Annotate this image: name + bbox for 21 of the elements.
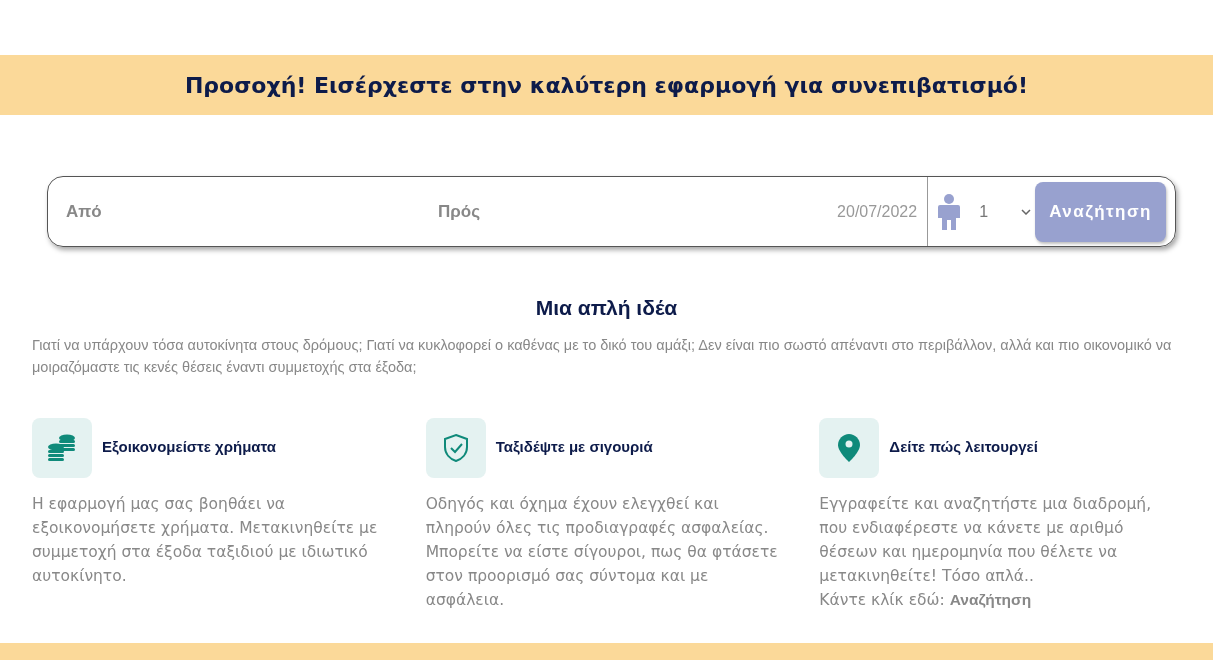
feature-title: Ταξιδέψτε με σιγουριά <box>495 437 653 458</box>
feature-description: Εγγραφείτε και αναζητήστε μια διαδρομή, που ενδιαφέρεστε να κάνετε με αριθμό θέσεων και ημερομηνία που θέλετε να μετακινηθείτε! Τόσο απλά.. <box>819 493 1153 587</box>
feature-description: Οδηγός και όχημα έχουν ελεγχθεί και πληρούν όλες τις προδιαγραφές ασφαλείας. Μπορείτε να είστε σίγουροι, πως θα φτάσετε στον προορισμό σας σύντομα και με ασφάλεια. <box>425 493 779 611</box>
chevron-down-icon <box>1021 208 1032 215</box>
passenger-select[interactable]: 1 <box>979 199 1032 224</box>
shield-check-icon <box>441 432 470 463</box>
section-title: Μια απλή ιδέα <box>534 295 679 321</box>
to-field[interactable]: Πρός <box>438 198 738 225</box>
from-field[interactable]: Από <box>66 198 438 225</box>
search-button[interactable]: Αναζήτηση <box>1035 181 1166 242</box>
location-pin-icon <box>838 433 861 462</box>
call-to-action: Κάντε κλίκ εδώ: Αναζήτηση <box>819 589 1033 611</box>
person-icon <box>937 193 962 230</box>
search-link[interactable]: Αναζήτηση <box>949 590 1032 608</box>
feature-title: Δείτε πώς λειτουργεί <box>889 437 1038 458</box>
banner-title: Προσοχή! Εισέρχεστε στην καλύτερη εφαρμογή για συνεπιβατισμό! <box>184 71 1029 100</box>
date-field[interactable]: 20/07/2022 <box>837 199 928 224</box>
feature-description: Η εφαρμογή μας σας βοηθάει να εξοικονομήσετε χρήματα. Μετακινηθείτε με συμμετοχή στα έξοδα ταξιδιού με ιδιωτικό αυτοκίνητο. <box>32 493 379 587</box>
feature-title: Εξοικονομείστε χρήματα <box>102 437 277 458</box>
coins-icon <box>47 433 77 462</box>
intro-paragraph: Γιατί να υπάρχουν τόσα αυτοκίνητα στους δρόμους; Γιατί να κυκλοφορεί ο καθένας με το δικό του αμάξι; Δεν είναι πιο σωστό απέναντι στο περιβάλλον, αλλά και πιο οικονομικό να μοιραζόμαστε τις κενές θέσεις έναντι συμμετοχής στα έξοδα; <box>31 335 1173 377</box>
